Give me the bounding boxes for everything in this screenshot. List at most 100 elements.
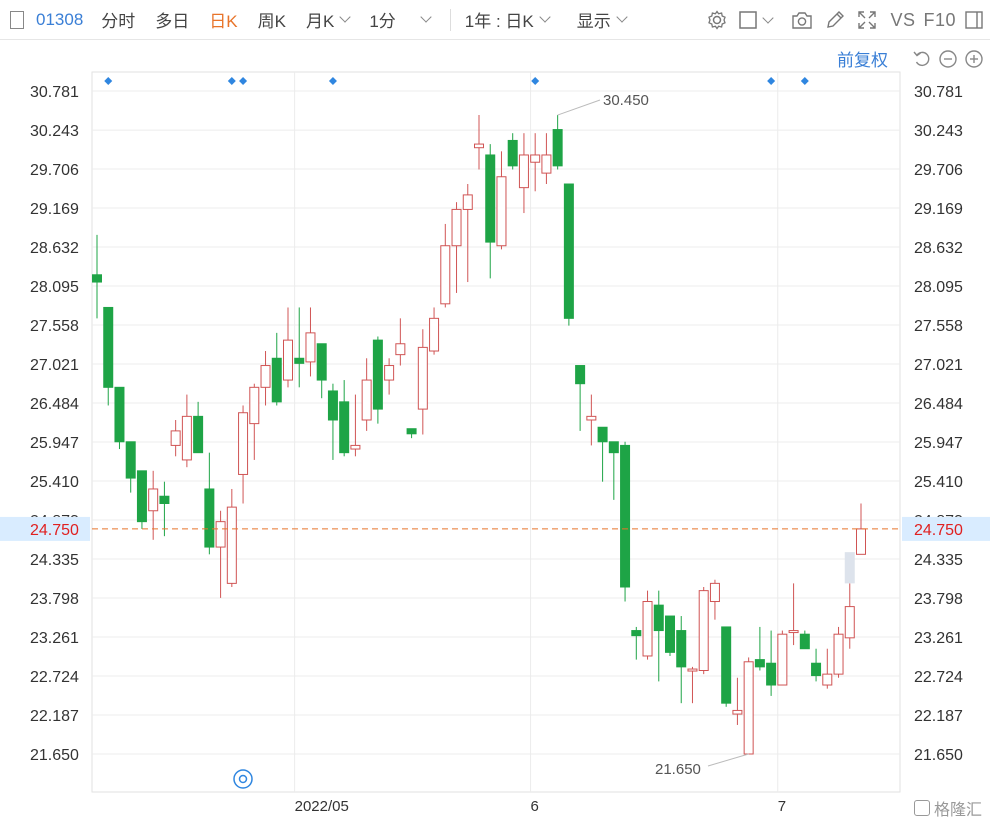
candlestick-chart[interactable]: 30.781 30.781 30.243 30.243 29.706 29.706 29.1… bbox=[0, 0, 990, 824]
candle-down bbox=[136, 470, 147, 523]
y-tick-label-right: 25.410 bbox=[914, 474, 963, 491]
candle-up bbox=[698, 590, 709, 671]
y-tick-label-right: 29.169 bbox=[914, 201, 963, 218]
y-tick-label-left: 30.781 bbox=[30, 84, 79, 101]
high-leader-line bbox=[557, 99, 601, 116]
candle-up bbox=[844, 606, 855, 639]
candle-down bbox=[193, 415, 204, 454]
event-marker-icon bbox=[239, 77, 248, 85]
candle-down bbox=[811, 662, 822, 677]
event-marker-icon bbox=[328, 77, 337, 85]
y-tick-label-left: 30.243 bbox=[30, 123, 79, 140]
y-tick-label-right: 28.632 bbox=[914, 240, 963, 257]
y-tick-label-left: 27.558 bbox=[30, 318, 79, 335]
candle-down bbox=[339, 401, 350, 454]
y-tick-label-left: 22.724 bbox=[30, 669, 79, 686]
latest-highlight bbox=[844, 552, 855, 584]
y-tick-label-right: 24.335 bbox=[914, 552, 963, 569]
candle-down bbox=[103, 306, 114, 388]
y-tick-label-left: 23.261 bbox=[30, 630, 79, 647]
candle-down bbox=[204, 488, 215, 548]
candle-up bbox=[462, 194, 473, 210]
candle-up bbox=[743, 661, 754, 755]
candle-up bbox=[283, 339, 293, 381]
candle-up bbox=[361, 379, 372, 421]
y-tick-label-right: 22.187 bbox=[914, 708, 963, 725]
candle-down bbox=[114, 386, 125, 443]
candle-up bbox=[148, 488, 159, 512]
candle-up bbox=[181, 415, 192, 461]
candle-down bbox=[653, 604, 664, 632]
candle-down bbox=[552, 129, 563, 167]
candle-down bbox=[676, 630, 687, 668]
y-tick-label-left: 28.095 bbox=[30, 279, 79, 296]
candle-up bbox=[417, 346, 428, 410]
low-leader-line bbox=[707, 753, 749, 767]
high-label: 30.450 bbox=[603, 92, 649, 109]
candle-up bbox=[518, 154, 529, 189]
candle-down bbox=[294, 357, 305, 364]
candle-down bbox=[563, 183, 574, 319]
candle-down bbox=[799, 633, 810, 650]
y-tick-label-left: 21.650 bbox=[30, 747, 79, 764]
y-tick-label-left: 25.410 bbox=[30, 474, 79, 491]
y-tick-label-left: 23.798 bbox=[30, 591, 79, 608]
candle-up bbox=[833, 633, 844, 675]
candle-up bbox=[709, 582, 720, 603]
event-marker-icon bbox=[531, 77, 540, 85]
candle-down bbox=[575, 365, 586, 385]
at-marker-icon bbox=[233, 769, 253, 789]
candle-down bbox=[327, 390, 338, 421]
low-label: 21.650 bbox=[655, 761, 701, 778]
candle-up bbox=[395, 343, 406, 356]
candle-up bbox=[586, 415, 597, 421]
event-marker-icon bbox=[767, 77, 776, 85]
y-tick-label-right: 25.947 bbox=[914, 435, 963, 452]
candle-down bbox=[507, 139, 518, 167]
candle-up bbox=[238, 412, 249, 475]
candle-up bbox=[440, 245, 451, 305]
candle-up bbox=[496, 176, 507, 247]
y-tick-label-left: 29.706 bbox=[30, 162, 79, 179]
y-tick-label-left: 26.484 bbox=[30, 396, 79, 413]
candle-up bbox=[260, 365, 271, 388]
y-tick-label-right: 29.706 bbox=[914, 162, 963, 179]
y-tick-label-left: 29.169 bbox=[30, 201, 79, 218]
candle-up bbox=[788, 630, 799, 634]
candle-up bbox=[429, 317, 440, 352]
candle-up bbox=[541, 154, 552, 174]
y-tick-label-left: 22.187 bbox=[30, 708, 79, 725]
current-price-label-left: 24.750 bbox=[30, 522, 79, 539]
candle-down bbox=[406, 428, 417, 435]
candle-down bbox=[597, 426, 608, 443]
candle-down bbox=[271, 357, 282, 403]
event-marker-icon bbox=[800, 77, 809, 85]
event-marker-icon bbox=[104, 77, 113, 85]
candle-up bbox=[305, 332, 316, 363]
y-tick-label-right: 26.484 bbox=[914, 396, 963, 413]
y-tick-label-right: 27.021 bbox=[914, 357, 963, 374]
y-tick-label-left: 27.021 bbox=[30, 357, 79, 374]
x-tick-label: 2022/05 bbox=[295, 798, 349, 815]
candle-up bbox=[777, 633, 788, 686]
y-tick-label-right: 28.095 bbox=[914, 279, 963, 296]
y-tick-label-right: 23.261 bbox=[914, 630, 963, 647]
watermark: 格隆汇 bbox=[913, 796, 982, 820]
current-price-label-right: 24.750 bbox=[914, 522, 963, 539]
candle-up bbox=[687, 668, 698, 672]
y-tick-label-left: 24.335 bbox=[30, 552, 79, 569]
candle-up bbox=[226, 506, 237, 584]
candle-up bbox=[822, 673, 833, 686]
watermark-text: 格隆汇 bbox=[933, 802, 982, 819]
y-tick-label-right: 30.243 bbox=[914, 123, 963, 140]
candle-up bbox=[642, 601, 653, 657]
candle-down bbox=[92, 274, 102, 283]
candle-up bbox=[350, 444, 361, 450]
x-tick-label: 6 bbox=[531, 798, 539, 815]
y-tick-label-right: 22.724 bbox=[914, 669, 963, 686]
candle-down bbox=[766, 662, 777, 686]
at-marker-icon-inner bbox=[238, 774, 248, 784]
candle-up bbox=[474, 143, 484, 149]
candle-up bbox=[384, 365, 395, 381]
candle-up bbox=[170, 430, 181, 446]
